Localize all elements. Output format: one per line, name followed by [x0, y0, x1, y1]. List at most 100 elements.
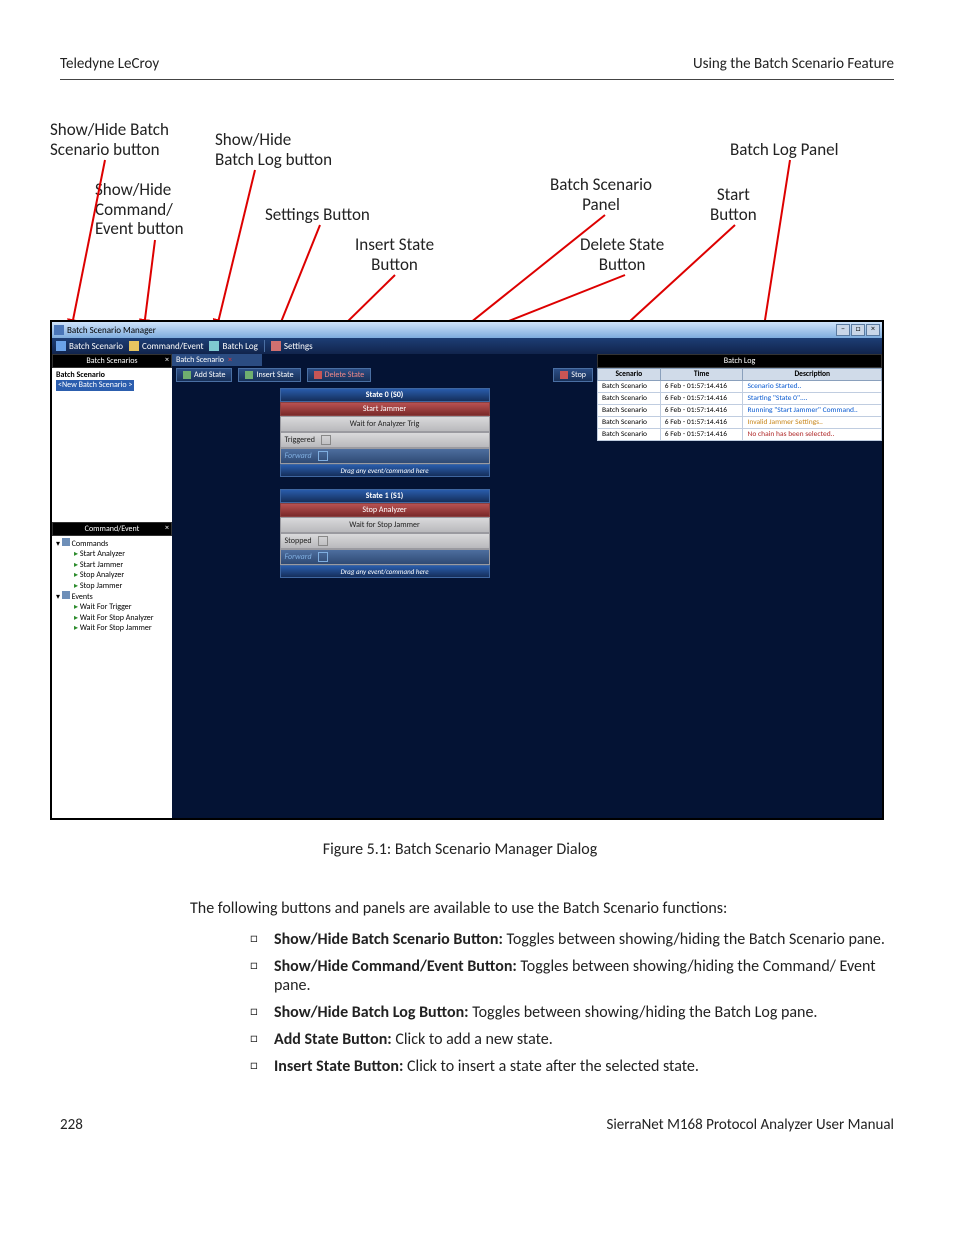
state1-command: Stop Analyzer	[280, 503, 490, 517]
manual-title: SierraNet M168 Protocol Analyzer User Ma…	[606, 1116, 894, 1134]
callout-batch-scenario-panel-top: Batch ScenarioPanel	[550, 175, 652, 214]
page-number: 228	[60, 1116, 83, 1134]
header-rule	[60, 79, 894, 80]
state0-triggered: Triggered	[280, 432, 490, 448]
showhide-batch-scenario-button[interactable]: Batch Scenario	[56, 341, 123, 352]
dropbar[interactable]: Drag any event/command here	[280, 565, 490, 578]
callout-start: StartButton	[710, 185, 757, 224]
col-scenario: Scenario	[598, 369, 661, 381]
window-titlebar[interactable]: Batch Scenario Manager – □ ×	[52, 322, 882, 338]
command-item[interactable]: ▸ Start Jammer	[74, 560, 168, 570]
state0-wait: Wait for Analyzer Trig	[280, 416, 490, 432]
scenario-toolbar: Add State Insert State Delete State Stop	[172, 366, 597, 384]
delete-icon	[314, 371, 322, 379]
callout-settings: Settings Button	[265, 205, 370, 225]
callout-batch-log-panel: Batch Log Panel	[730, 140, 839, 160]
state1-stopped: Stopped	[280, 533, 490, 549]
command-item[interactable]: ▸ Stop Jammer	[74, 581, 168, 591]
command-item[interactable]: ▸ Stop Analyzer	[74, 570, 168, 580]
settings-icon	[271, 341, 281, 351]
batch-log-panel: Batch Log Scenario Time Description Batc…	[597, 354, 882, 818]
showhide-batch-log-button[interactable]: Batch Log	[209, 341, 257, 352]
command-item[interactable]: ▸ Start Analyzer	[74, 549, 168, 559]
event-item[interactable]: ▸ Wait For Trigger	[74, 602, 168, 612]
chip-icon	[318, 552, 328, 562]
figure-caption: Figure 5.1: Batch Scenario Manager Dialo…	[190, 840, 730, 859]
batch-scenario-panel: Batch Scenario× Add State Insert State D…	[172, 354, 597, 818]
window-close-button[interactable]: ×	[866, 324, 880, 336]
callout-showhide-cmd: Show/HideCommand/Event button	[95, 180, 184, 239]
left-sidebar: Batch Scenarios× Batch Scenario <New Bat…	[52, 354, 172, 818]
scenario-tab[interactable]: Batch Scenario×	[172, 354, 262, 366]
command-event-tree[interactable]: ▾ Commands ▸ Start Analyzer▸ Start Jamme…	[52, 536, 172, 818]
tab-close-icon[interactable]: ×	[228, 355, 232, 365]
insert-icon	[245, 371, 253, 379]
callout-delete-state: Delete StateButton	[580, 235, 664, 274]
col-desc: Description	[743, 369, 882, 381]
page-footer: 228 SierraNet M168 Protocol Analyzer Use…	[60, 1116, 894, 1134]
page-header: Teledyne LeCroy Using the Batch Scenario…	[60, 55, 894, 73]
list-item: Insert State Button: Click to insert a s…	[250, 1057, 890, 1076]
batch-log-table: Scenario Time Description Batch Scenario…	[597, 368, 882, 441]
table-row: Batch Scenario6 Feb - 01:57:14.416Starti…	[598, 393, 882, 405]
list-item: Add State Button: Click to add a new sta…	[250, 1030, 890, 1049]
chip-icon	[318, 451, 328, 461]
app-icon	[54, 325, 64, 335]
table-row: Batch Scenario6 Feb - 01:57:14.416Invali…	[598, 417, 882, 429]
state1-header: State 1 (S1)	[280, 489, 490, 503]
callout-insert-state: Insert StateButton	[355, 235, 434, 274]
delete-state-button[interactable]: Delete State	[307, 368, 372, 382]
table-row: Batch Scenario6 Feb - 01:57:14.416No cha…	[598, 429, 882, 441]
settings-button[interactable]: Settings	[271, 341, 313, 352]
header-left: Teledyne LeCroy	[60, 55, 159, 73]
chip-icon	[321, 435, 331, 445]
stop-icon	[560, 371, 568, 379]
main-menubar: Batch Scenario Command/Event Batch Log S…	[52, 338, 882, 354]
evt-list: ▸ Wait For Trigger▸ Wait For Stop Analyz…	[56, 602, 168, 633]
event-item[interactable]: ▸ Wait For Stop Analyzer	[74, 613, 168, 623]
tree-root: Batch Scenario	[56, 370, 168, 380]
batch-log-icon	[209, 341, 219, 351]
figure-area: Show/Hide BatchScenario button Show/Hide…	[50, 120, 884, 820]
table-row: Batch Scenario6 Feb - 01:57:14.416Scenar…	[598, 381, 882, 393]
table-row: Batch Scenario6 Feb - 01:57:14.416Runnin…	[598, 405, 882, 417]
window-minimize-button[interactable]: –	[836, 324, 850, 336]
state0-header: State 0 (S0)	[280, 388, 490, 402]
state0-panel[interactable]: State 0 (S0) Start Jammer Wait for Analy…	[280, 388, 490, 477]
state0-command: Start Jammer	[280, 402, 490, 416]
insert-state-button[interactable]: Insert State	[238, 368, 300, 382]
list-item: Show/Hide Command/Event Button: Toggles …	[250, 957, 890, 995]
event-item[interactable]: ▸ Wait For Stop Jammer	[74, 623, 168, 633]
chip-icon	[318, 536, 328, 546]
close-icon[interactable]: ×	[165, 523, 169, 533]
cmd-list: ▸ Start Analyzer▸ Start Jammer▸ Stop Ana…	[56, 549, 168, 591]
dropbar[interactable]: Drag any event/command here	[280, 464, 490, 477]
window-title: Batch Scenario Manager	[67, 325, 156, 336]
batch-scenarios-header: Batch Scenarios×	[52, 354, 172, 368]
state1-forward: Forward	[280, 549, 490, 565]
list-item: Show/Hide Batch Log Button: Toggles betw…	[250, 1003, 890, 1022]
state1-wait: Wait for Stop Jammer	[280, 517, 490, 533]
batch-log-header: Batch Log	[597, 354, 882, 368]
bullet-list: Show/Hide Batch Scenario Button: Toggles…	[250, 930, 890, 1076]
callout-showhide-batch: Show/Hide BatchScenario button	[50, 120, 169, 159]
batch-scenarios-tree[interactable]: Batch Scenario <New Batch Scenario >	[52, 368, 172, 522]
add-state-button[interactable]: Add State	[176, 368, 232, 382]
state0-forward: Forward	[280, 448, 490, 464]
intro-paragraph: The following buttons and panels are ava…	[190, 899, 890, 918]
header-right: Using the Batch Scenario Feature	[693, 55, 894, 73]
add-icon	[183, 371, 191, 379]
callout-showhide-log: Show/HideBatch Log button	[215, 130, 332, 169]
showhide-command-event-button[interactable]: Command/Event	[129, 341, 203, 352]
col-time: Time	[660, 369, 743, 381]
batch-scenario-manager-window: Batch Scenario Manager – □ × Batch Scena…	[50, 320, 884, 820]
batch-scenario-icon	[56, 341, 66, 351]
close-icon[interactable]: ×	[165, 355, 169, 365]
list-item: Show/Hide Batch Scenario Button: Toggles…	[250, 930, 890, 949]
tree-item[interactable]: <New Batch Scenario >	[56, 380, 134, 390]
window-maximize-button[interactable]: □	[851, 324, 865, 336]
state1-panel[interactable]: State 1 (S1) Stop Analyzer Wait for Stop…	[280, 489, 490, 578]
stop-start-button[interactable]: Stop	[553, 368, 593, 382]
command-event-header: Command/Event×	[52, 522, 172, 536]
command-event-icon	[129, 341, 139, 351]
